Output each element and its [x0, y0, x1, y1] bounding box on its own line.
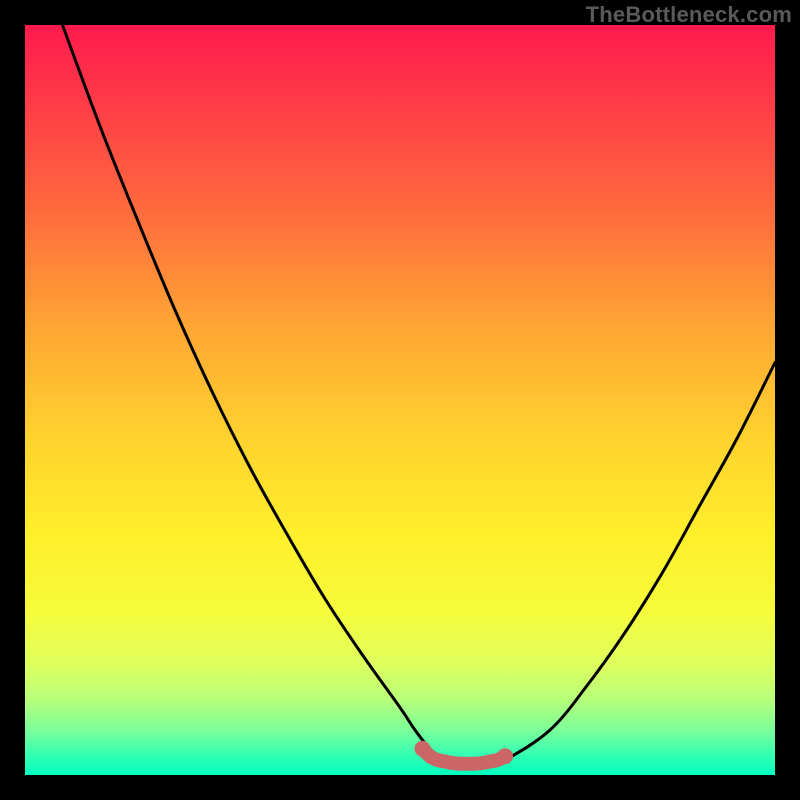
plot-area: [25, 25, 775, 775]
chart-frame: TheBottleneck.com: [0, 0, 800, 800]
optimal-zone-overlay: [423, 749, 506, 764]
optimal-zone-endpoint: [497, 748, 513, 764]
optimal-zone-endpoint: [415, 741, 431, 757]
bottleneck-curve: [63, 25, 776, 764]
chart-svg: [25, 25, 775, 775]
